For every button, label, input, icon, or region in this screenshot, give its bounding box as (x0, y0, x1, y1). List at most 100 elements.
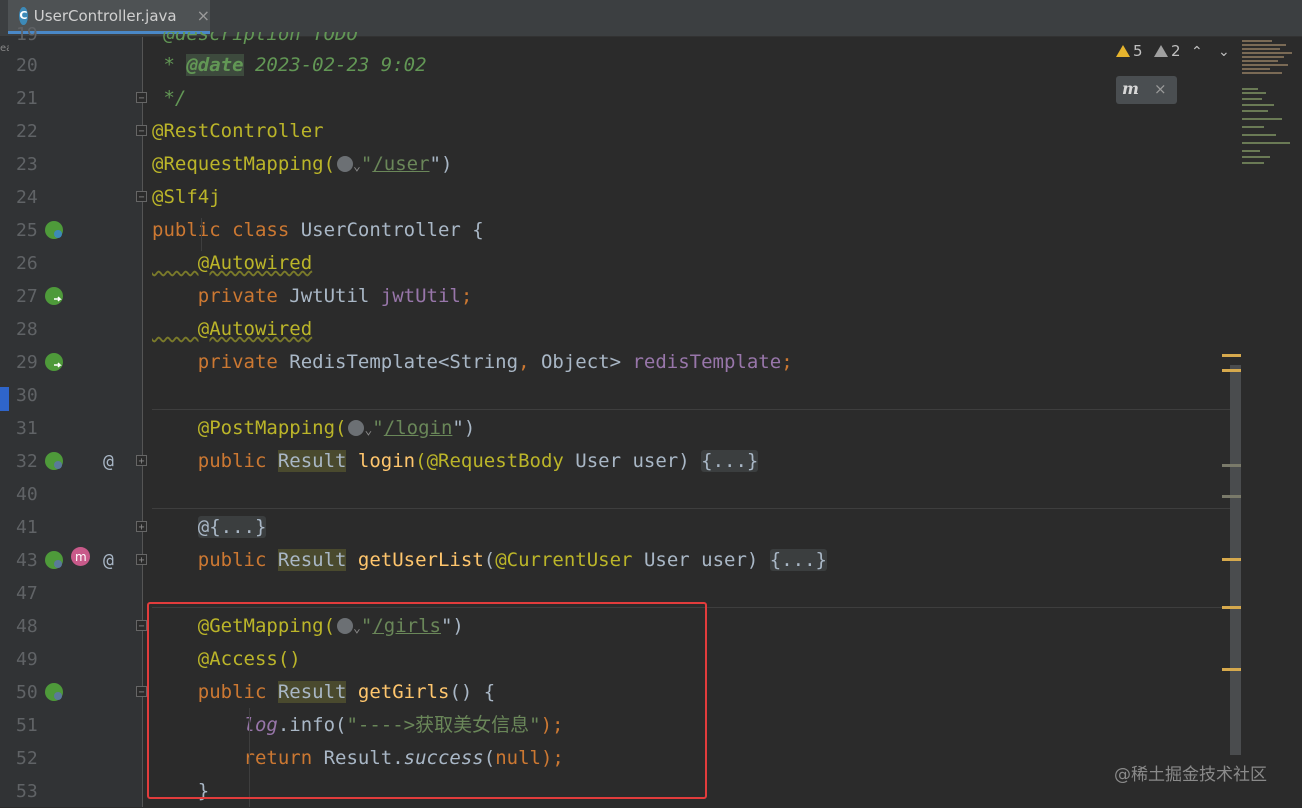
fold-expand-icon[interactable]: + (136, 455, 147, 467)
line-number: 50 (16, 682, 38, 703)
line-number: 27 (16, 286, 38, 307)
code-line: 29 private RedisTemplate<String, Object>… (0, 346, 1230, 379)
code-line: 26 @Autowired (0, 247, 1230, 280)
globe-icon[interactable] (348, 420, 365, 436)
code-line: 30 (0, 379, 1230, 412)
code-text: @RestController (152, 120, 324, 142)
info-stripe[interactable] (1222, 495, 1241, 498)
code-line: 21 − */ (0, 82, 1230, 115)
line-number: 25 (16, 220, 38, 241)
code-text: @Slf4j (152, 186, 221, 208)
method-separator (152, 409, 1240, 410)
line-number: 21 (16, 88, 38, 109)
code-text: * @date 2023-02-23 9:02 (152, 54, 427, 76)
mybatis-icon: m (1122, 79, 1139, 98)
method-separator (152, 508, 1240, 509)
weak-warning-icon (1154, 45, 1168, 57)
fold-collapse-icon[interactable]: − (136, 686, 147, 698)
line-number: 29 (16, 352, 38, 373)
spring-autowired-icon[interactable] (45, 287, 63, 305)
globe-icon[interactable] (337, 156, 354, 172)
web-endpoint-icon[interactable] (45, 683, 63, 701)
fold-collapse-icon[interactable]: − (136, 620, 147, 632)
warning-stripe[interactable] (1222, 558, 1241, 561)
warning-stripe[interactable] (1222, 354, 1241, 357)
url-path[interactable]: /login (384, 417, 453, 439)
svg-text:m: m (75, 550, 87, 564)
weak-warnings-indicator[interactable]: 2 (1154, 42, 1181, 60)
warnings-indicator[interactable]: 5 (1116, 42, 1143, 60)
folded-code[interactable]: @{...} (197, 516, 267, 538)
line-number: 51 (16, 715, 38, 736)
code-text: @Autowired (152, 318, 313, 340)
line-number: 32 (16, 451, 38, 472)
code-text: @PostMapping(⌄"/login") (152, 417, 476, 439)
code-line: 41 + @{...} (0, 511, 1230, 544)
code-line: 25 public class UserController { (0, 214, 1230, 247)
code-line: 28 @Autowired (0, 313, 1230, 346)
code-text: @description TODO (152, 23, 358, 45)
code-line: 43 m @ + public Result getUserList(@Curr… (0, 544, 1230, 577)
method-override-icon[interactable]: m (71, 547, 90, 566)
code-text: public Result login(@RequestBody User us… (152, 450, 759, 472)
line-number: 23 (16, 154, 38, 175)
warning-icon (1116, 45, 1130, 57)
web-endpoint-icon[interactable] (45, 551, 63, 569)
code-text: private RedisTemplate<String, Object> re… (152, 351, 793, 373)
line-number: 52 (16, 748, 38, 769)
line-number: 30 (16, 385, 38, 406)
next-highlight-icon[interactable]: ⌄ (1218, 44, 1230, 60)
code-line: 32 @ + public Result login(@RequestBody … (0, 445, 1230, 478)
code-text: @Autowired (152, 252, 313, 274)
at-mention-icon[interactable]: @ (103, 544, 114, 577)
line-number: 26 (16, 253, 38, 274)
javadoc-tag: @date (186, 54, 244, 76)
folded-code[interactable]: {...} (701, 450, 759, 472)
fold-collapse-icon[interactable]: − (136, 92, 147, 104)
watermark: @稀土掘金技术社区 (1114, 765, 1267, 785)
code-line: 24 − @Slf4j (0, 181, 1230, 214)
code-text: @{...} (152, 511, 267, 544)
web-endpoint-icon[interactable] (45, 452, 63, 470)
info-stripe[interactable] (1222, 464, 1241, 467)
spring-bean-icon[interactable] (45, 221, 63, 239)
warning-stripe[interactable] (1222, 369, 1241, 372)
fold-collapse-icon[interactable]: − (136, 125, 147, 137)
url-path[interactable]: /user (372, 153, 429, 175)
fold-expand-icon[interactable]: + (136, 554, 147, 566)
spring-autowired-icon[interactable] (45, 353, 63, 371)
close-icon[interactable]: × (1154, 80, 1167, 98)
previous-highlight-icon[interactable]: ⌃ (1191, 44, 1203, 60)
line-number: 40 (16, 484, 38, 505)
indent-guide (201, 218, 202, 251)
fold-collapse-icon[interactable]: − (136, 191, 147, 203)
line-number: 28 (16, 319, 38, 340)
code-line: 19 @description TODO (0, 18, 1230, 51)
line-number: 41 (16, 517, 38, 538)
code-line: 40 (0, 478, 1230, 511)
code-text: private JwtUtil jwtUtil; (152, 285, 473, 307)
line-number: 24 (16, 187, 38, 208)
line-number: 20 (16, 55, 38, 76)
warning-stripe[interactable] (1222, 606, 1241, 609)
code-text: public Result getUserList(@CurrentUser U… (152, 549, 827, 571)
line-number: 43 (16, 550, 38, 571)
highlight-box (147, 602, 707, 799)
line-number: 48 (16, 616, 38, 637)
line-number: 22 (16, 121, 38, 142)
fold-expand-icon[interactable]: + (136, 521, 147, 533)
code-line: 31 @PostMapping(⌄"/login") (0, 412, 1230, 445)
line-number: 53 (16, 781, 38, 802)
folded-code[interactable]: {...} (769, 549, 827, 571)
line-number: 31 (16, 418, 38, 439)
line-number: 47 (16, 583, 38, 604)
code-line: 20 * @date 2023-02-23 9:02 (0, 49, 1230, 82)
line-number: 19 (16, 24, 38, 45)
at-mention-icon[interactable]: @ (103, 445, 114, 478)
code-line: 27 private JwtUtil jwtUtil; (0, 280, 1230, 313)
warning-stripe[interactable] (1222, 668, 1241, 671)
code-minimap[interactable] (1240, 38, 1302, 173)
mybatis-popup[interactable]: m × (1116, 76, 1177, 104)
code-line: 23 @RequestMapping(⌄"/user") (0, 148, 1230, 181)
chevron-down-icon[interactable]: ⌄ (353, 159, 361, 174)
